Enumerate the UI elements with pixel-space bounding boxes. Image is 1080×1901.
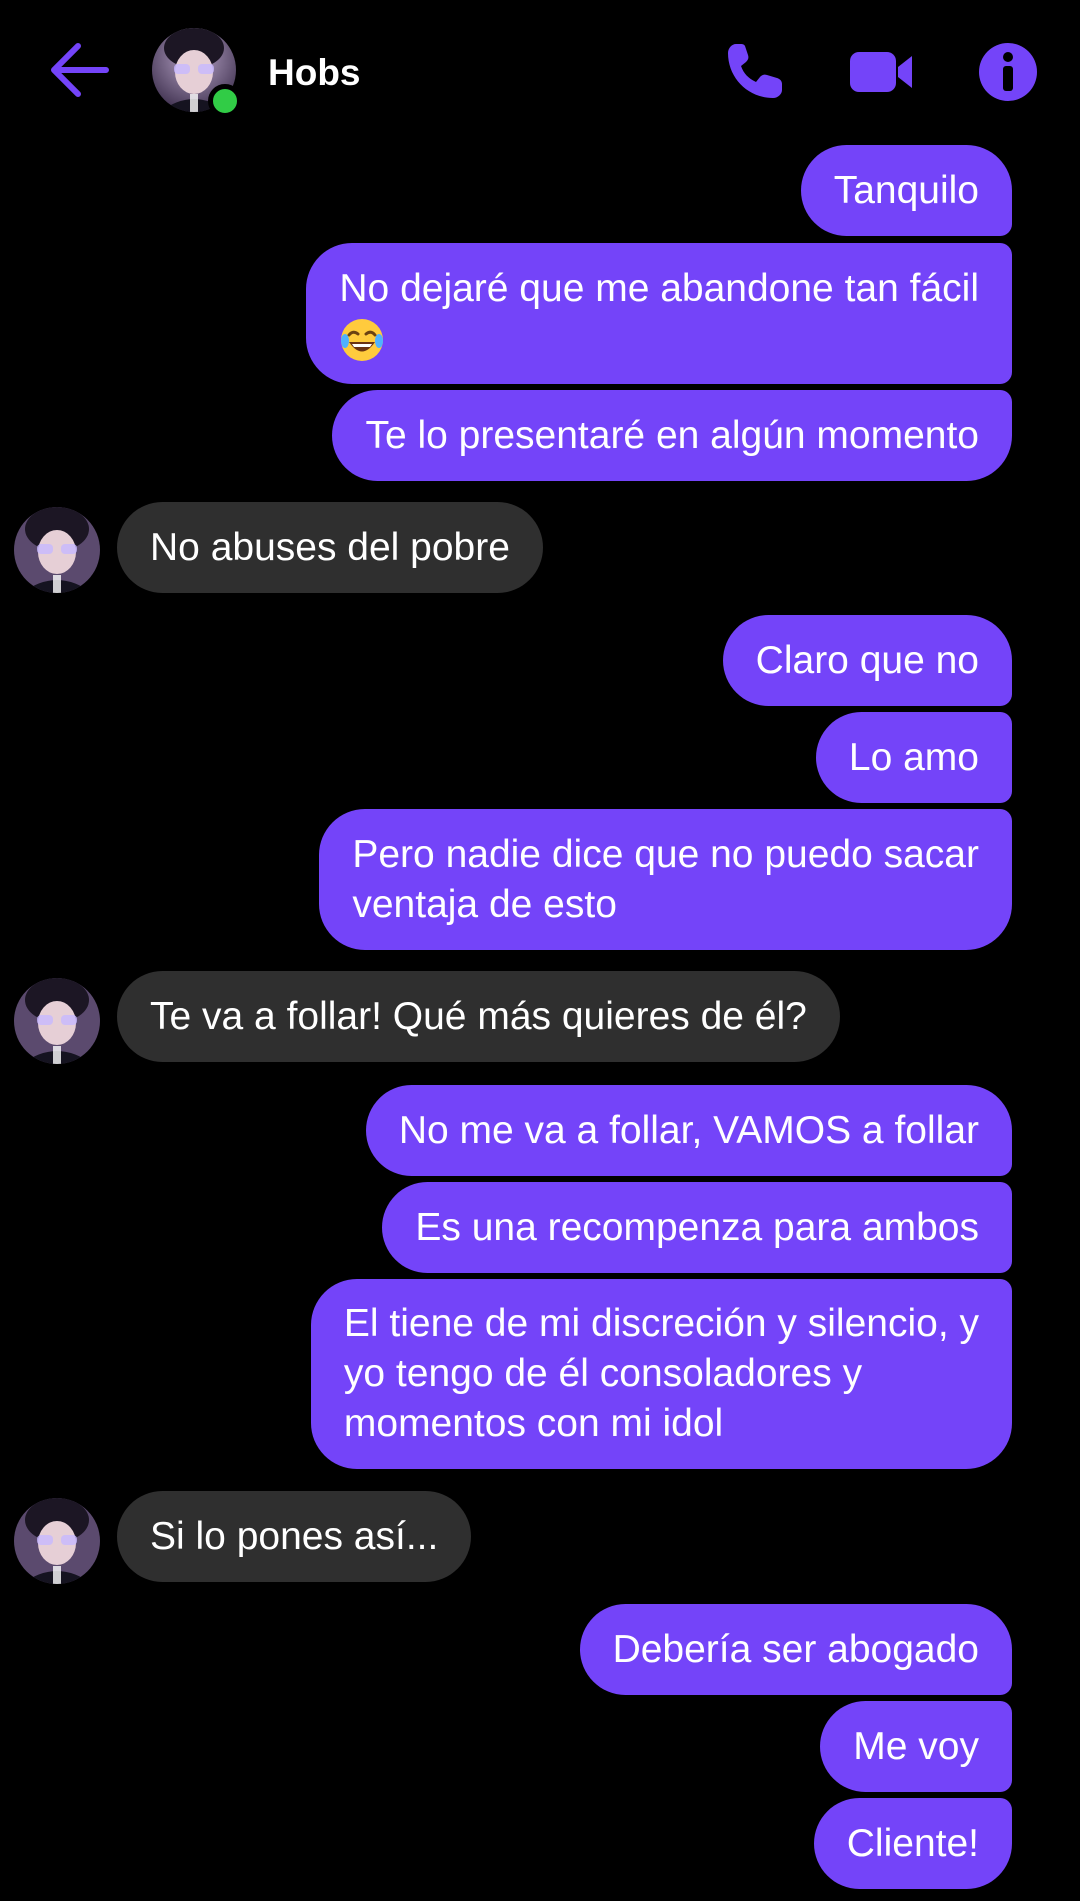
sent-message[interactable]: Lo amo	[815, 712, 1012, 803]
contact-name[interactable]: Hobs	[268, 51, 361, 95]
tears-of-joy-emoji-icon	[341, 319, 384, 362]
conversation-info-button[interactable]	[976, 40, 1040, 104]
sent-message[interactable]: Tanquilo	[800, 145, 1012, 236]
info-icon	[979, 43, 1037, 101]
sent-message[interactable]: Te lo presentaré en algún momento	[332, 390, 1012, 481]
sent-message[interactable]: Debería ser abogado	[579, 1604, 1012, 1695]
online-status-dot	[208, 84, 242, 118]
video-call-button[interactable]	[848, 40, 916, 104]
received-message[interactable]: Si lo pones así...	[117, 1491, 472, 1582]
phone-icon	[728, 44, 782, 98]
sent-message[interactable]: Cliente!	[813, 1798, 1012, 1889]
contact-avatar-small[interactable]	[14, 1498, 100, 1584]
received-message[interactable]: Te va a follar! Qué más quieres de él?	[117, 971, 840, 1062]
sent-message[interactable]: Pero nadie dice que no puedo sacar venta…	[319, 809, 1012, 950]
contact-avatar-small[interactable]	[14, 507, 100, 593]
back-button[interactable]	[44, 38, 114, 102]
arrow-left-icon	[51, 43, 109, 97]
video-camera-icon	[850, 52, 912, 92]
received-message[interactable]: No abuses del pobre	[117, 502, 543, 593]
sent-message[interactable]: No me va a follar, VAMOS a follar	[365, 1085, 1012, 1176]
contact-avatar-small[interactable]	[14, 978, 100, 1064]
chat-header: Hobs	[0, 0, 1080, 148]
voice-call-button[interactable]	[722, 40, 786, 104]
sent-message[interactable]: Es una recompenza para ambos	[382, 1182, 1012, 1273]
sent-message[interactable]: Me voy	[820, 1701, 1012, 1792]
sent-message[interactable]: Claro que no	[722, 615, 1012, 706]
sent-message[interactable]: El tiene de mi discreción y silencio, y …	[310, 1279, 1012, 1469]
sent-message[interactable]: No dejaré que me abandone tan fácil 😂	[306, 243, 1012, 384]
